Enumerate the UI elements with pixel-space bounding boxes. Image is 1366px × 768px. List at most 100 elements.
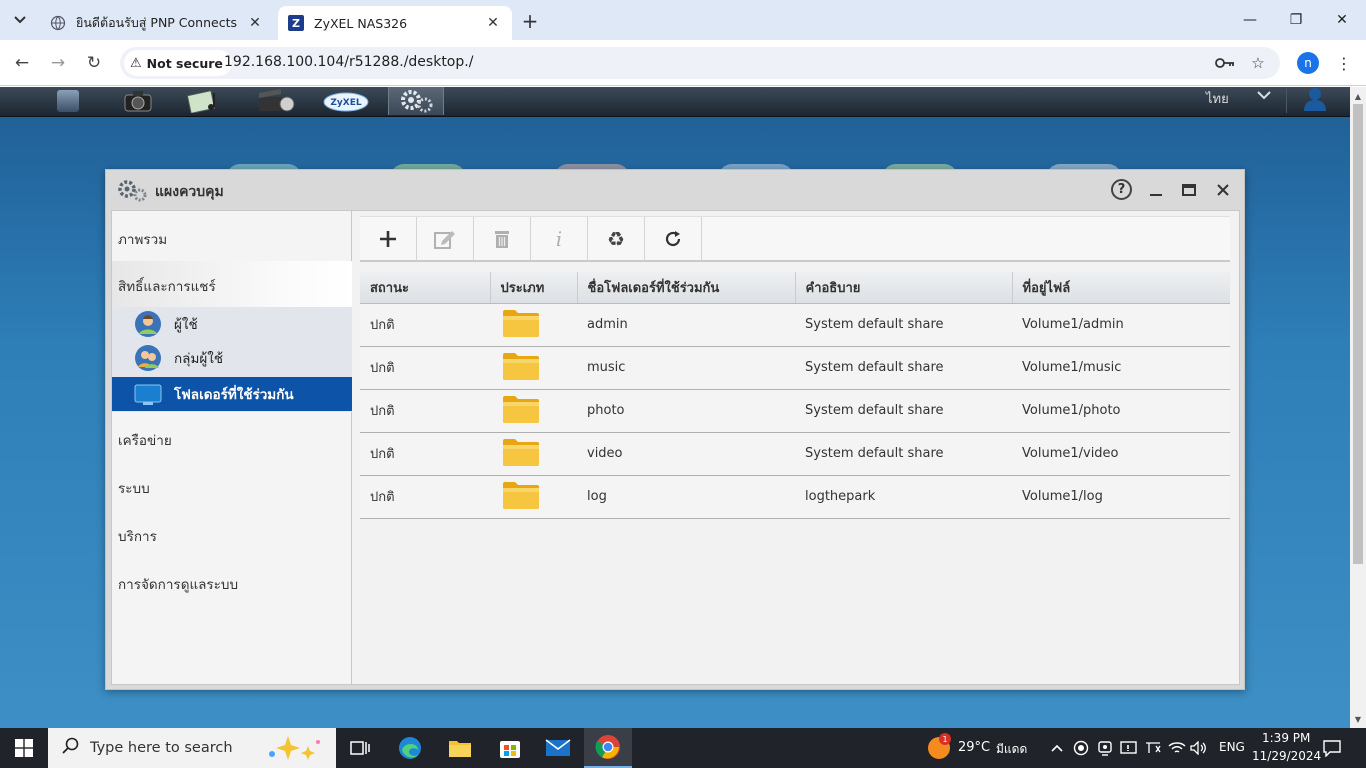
close-icon[interactable] [1212,179,1234,201]
tab-title: ยินดีต้อนรับสู่ PNP Connects [76,15,238,30]
sidebar-item-network[interactable]: เครือข่าย [118,429,172,451]
display-alert-icon[interactable] [1120,739,1138,757]
delete-button[interactable] [474,217,531,261]
column-header-description[interactable]: คำอธิบาย [795,272,1013,304]
table-row[interactable]: ปกติ log logthepark Volume1/log [360,475,1230,519]
chevron-up-icon[interactable] [1048,739,1066,757]
scroll-up-icon[interactable]: ▲ [1353,90,1363,102]
language-selector[interactable]: ไทย [1206,88,1229,109]
music-app-icon[interactable] [178,87,234,115]
reload-button[interactable]: ↻ [80,49,108,77]
user-account-icon[interactable] [1302,87,1328,111]
mail-icon[interactable] [534,728,582,768]
sidebar-item-system[interactable]: ระบบ [118,477,150,499]
camera-icon[interactable] [1096,739,1114,757]
add-button[interactable] [360,217,417,261]
refresh-button[interactable] [645,217,702,261]
table-row[interactable]: ปกติ music System default share Volume1/mus… [360,346,1230,390]
input-method-icon[interactable] [1144,739,1162,757]
user-group-icon [134,344,162,372]
chevron-down-icon[interactable] [1257,89,1271,104]
video-app-icon[interactable] [248,87,304,115]
taskbar-search-box[interactable]: Type here to search [48,728,336,768]
sidebar-item-privilege[interactable]: สิทธิ์และการแชร์ [118,275,216,297]
restore-window-button[interactable]: ❐ [1276,6,1316,34]
zyxel-cloud-app-icon[interactable]: ZyXEL [318,87,374,115]
warning-icon: ⚠ [130,55,142,71]
column-header-status[interactable]: สถานะ [360,272,491,304]
address-bar[interactable]: ⚠ Not secure 192.168.100.104/r51288./des… [120,47,1280,79]
search-placeholder: Type here to search [90,740,233,756]
weather-temp[interactable]: 29°C [958,740,990,755]
control-panel-app-icon[interactable] [388,87,444,115]
chrome-browser-icon[interactable] [584,728,632,768]
status-cell: ปกติ [360,432,490,476]
clock-time[interactable]: 1:39 PM [1262,731,1310,745]
site-info-button[interactable]: ⚠ Not secure [124,50,232,76]
scrollbar-thumb[interactable] [1353,104,1363,564]
table-row[interactable]: ปกติ photo System default share Volume1/pho… [360,389,1230,433]
edit-button[interactable] [417,217,474,261]
column-header-name[interactable]: ชื่อโฟลเดอร์ที่ใช้ร่วมกัน [577,272,796,304]
forward-button[interactable]: → [44,49,72,77]
bookmark-star-icon[interactable]: ☆ [1247,52,1269,74]
profile-avatar[interactable]: n [1297,52,1319,74]
description-cell: logthepark [795,475,1012,519]
photo-camera-app-icon[interactable] [110,87,166,115]
refresh-icon [665,231,681,247]
record-icon[interactable] [1072,739,1090,757]
clock-date[interactable]: 11/29/2024 [1252,749,1321,763]
storage-manager-app-icon[interactable] [40,87,96,115]
sidebar-item-overview[interactable]: ภาพรวม [118,228,167,250]
wifi-icon[interactable] [1168,739,1186,757]
volume-icon[interactable] [1190,739,1208,757]
page-scrollbar[interactable]: ▲ ▼ [1350,87,1366,728]
help-button[interactable]: ? [1111,179,1132,200]
window-header[interactable]: แผงควบคุม ? [106,170,1244,210]
weather-desc[interactable]: มีแดด [996,740,1027,759]
status-cell: ปกติ [360,303,490,347]
maximize-icon[interactable] [1178,179,1200,201]
shared-folder-icon [134,380,162,408]
scroll-down-icon[interactable]: ▼ [1353,713,1363,725]
sidebar-subitem-shared-folders[interactable]: โฟลเดอร์ที่ใช้ร่วมกัน [112,377,352,411]
close-tab-icon[interactable]: ✕ [484,14,502,32]
type-cell [490,432,577,476]
file-explorer-icon[interactable] [436,728,484,768]
minimize-window-button[interactable]: — [1230,6,1270,34]
back-button[interactable]: ← [8,49,36,77]
column-header-path[interactable]: ที่อยู่ไฟล์ [1012,272,1230,304]
windows-taskbar: Type here to search 1 29°C มีแดด ENG 1:3… [0,728,1366,768]
url-text[interactable]: 192.168.100.104/r51288./desktop./ [224,54,473,70]
close-window-button[interactable]: ✕ [1322,6,1362,34]
key-icon[interactable] [1214,52,1236,74]
sidebar-item-administration[interactable]: การจัดการดูแลระบบ [118,573,238,595]
path-cell: Volume1/music [1012,346,1230,390]
close-tab-icon[interactable]: ✕ [246,14,264,32]
sidebar-subitem-groups[interactable]: กลุ่มผู้ใช้ [112,341,352,375]
table-row[interactable]: ปกติ admin System default share Volume1/adm… [360,303,1230,347]
language-indicator[interactable]: ENG [1219,740,1245,754]
folder-name-cell: log [577,475,795,519]
task-view-icon[interactable] [336,728,384,768]
description-cell: System default share [795,432,1012,476]
info-button[interactable]: i [531,217,588,261]
tab-search-button[interactable] [8,8,32,32]
browser-tab[interactable]: ยินดีต้อนรับสู่ PNP Connects ✕ [40,6,274,40]
browser-tab-active[interactable]: Z ZyXEL NAS326 ✕ [278,6,512,40]
sidebar-item-services[interactable]: บริการ [118,525,157,547]
recycle-bin-button[interactable]: ♻ [588,217,645,261]
sidebar-subitem-users[interactable]: ผู้ใช้ [112,307,352,341]
weather-badge: 1 [939,733,951,745]
minimize-icon[interactable] [1145,179,1167,201]
new-tab-button[interactable]: + [518,9,542,33]
microsoft-store-icon[interactable] [486,728,534,768]
edge-browser-icon[interactable] [386,728,434,768]
control-panel-window: แผงควบคุม ? ภาพรวม สิทธิ์และการแชร์ ผู้ใ… [105,169,1245,690]
browser-menu-icon[interactable]: ⋮ [1334,52,1354,74]
start-button[interactable] [0,728,48,768]
column-header-type[interactable]: ประเภท [490,272,578,304]
path-cell: Volume1/photo [1012,389,1230,433]
notification-icon[interactable] [1323,739,1341,757]
table-row[interactable]: ปกติ video System default share Volume1/vid… [360,432,1230,476]
